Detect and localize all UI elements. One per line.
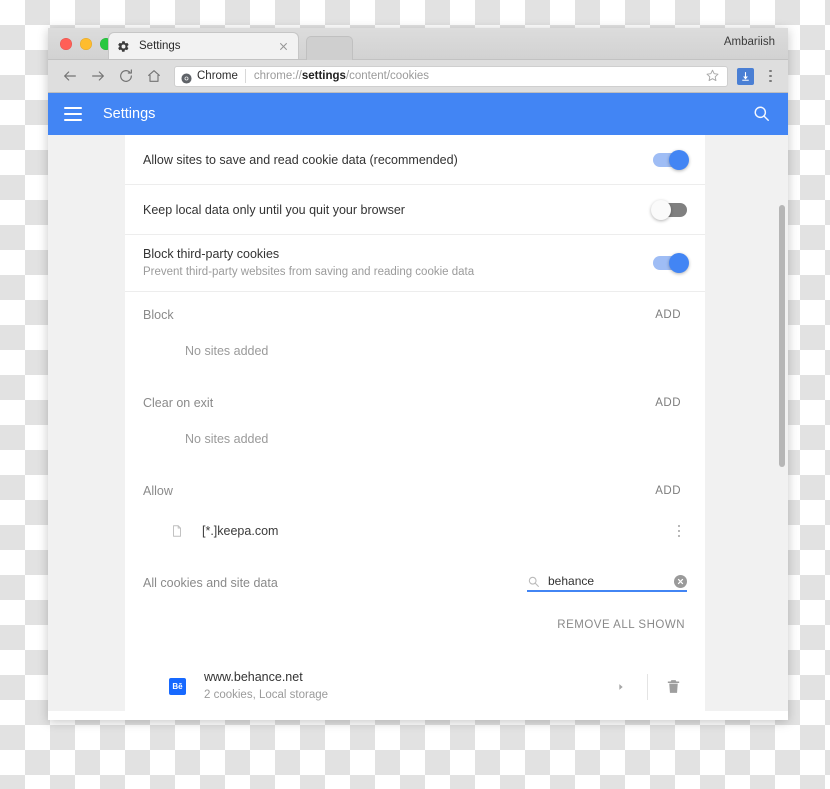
section-header-block: Block ADD [125, 292, 705, 338]
toggle-allow-cookies[interactable] [653, 149, 689, 170]
section-title: Clear on exit [143, 396, 214, 410]
scrollbar-thumb[interactable] [779, 205, 785, 467]
url-highlight: settings [301, 70, 346, 82]
page-title: Settings [103, 106, 156, 122]
remove-all-row: REMOVE ALL SHOWN [125, 607, 705, 643]
section-header-allow: Allow ADD [125, 468, 705, 514]
cookie-meta: 2 cookies, Local storage [204, 689, 329, 701]
forward-arrow-icon[interactable] [86, 65, 109, 88]
trash-icon[interactable] [665, 678, 683, 696]
toggle-knob [651, 199, 671, 220]
setting-subtitle: Prevent third-party websites from saving… [143, 266, 475, 278]
toggle-keep-local-data[interactable] [651, 199, 687, 220]
list-item[interactable]: [*.]keepa.com [125, 514, 705, 559]
setting-text: Allow sites to save and read cookie data… [143, 141, 653, 179]
download-icon[interactable] [737, 67, 754, 85]
allow-site-name: [*.]keepa.com [202, 524, 279, 538]
three-dot-menu-icon[interactable] [763, 69, 778, 83]
profile-name[interactable]: Ambariish [724, 36, 775, 48]
search-input[interactable] [548, 574, 668, 588]
back-arrow-icon[interactable] [58, 65, 81, 88]
three-dot-menu-icon[interactable] [671, 524, 687, 538]
inactive-tab-stub[interactable] [306, 36, 353, 60]
behance-favicon: Bē [169, 678, 186, 695]
star-bookmark-icon[interactable] [705, 68, 721, 84]
url-text: chrome://settings/content/cookies [254, 70, 701, 82]
cookie-site-name: www.behance.net [204, 670, 303, 684]
cookie-search-box[interactable] [527, 574, 687, 592]
section-header-all-cookies: All cookies and site data [125, 559, 705, 607]
setting-title: Keep local data only until you quit your… [143, 202, 405, 217]
window-traffic-lights [60, 38, 112, 50]
add-button-allow[interactable]: ADD [649, 481, 687, 501]
close-window-button[interactable] [60, 38, 72, 50]
toggle-knob [669, 149, 689, 170]
settings-content-area: Allow sites to save and read cookie data… [48, 135, 788, 711]
row-divider [647, 673, 648, 700]
chrome-logo-icon [181, 71, 192, 84]
setting-text: Keep local data only until you quit your… [143, 191, 653, 229]
section-title: Block [143, 308, 174, 322]
section-title: Allow [143, 484, 173, 498]
add-button-clear-on-exit[interactable]: ADD [649, 393, 687, 413]
minimize-window-button[interactable] [80, 38, 92, 50]
add-button-block[interactable]: ADD [649, 305, 687, 325]
home-icon[interactable] [142, 65, 165, 88]
close-icon[interactable] [277, 40, 290, 53]
settings-card: Allow sites to save and read cookie data… [125, 135, 705, 711]
search-icon[interactable] [752, 104, 772, 124]
section-header-clear-on-exit: Clear on exit ADD [125, 380, 705, 426]
address-bar[interactable]: Chrome chrome://settings/content/cookies [174, 65, 728, 87]
toggle-block-third-party[interactable] [653, 253, 689, 273]
hamburger-menu-icon[interactable] [64, 107, 82, 121]
setting-text: Block third-party cookies Prevent third-… [143, 235, 653, 291]
setting-title: Block third-party cookies [143, 247, 280, 261]
tab-title: Settings [139, 40, 181, 52]
tab-strip: Settings Ambariish [48, 28, 788, 60]
browser-window: Settings Ambariish Chrome chrome://setti… [48, 28, 788, 720]
site-identity-label: Chrome [197, 70, 238, 82]
omnibox-divider [244, 69, 246, 83]
tab-settings[interactable]: Settings [108, 32, 299, 59]
section-title: All cookies and site data [143, 576, 278, 590]
site-identity-chip[interactable]: Chrome [181, 70, 245, 84]
settings-header-bar: Settings [48, 93, 788, 135]
clear-circle-icon[interactable] [674, 574, 687, 588]
toggle-knob [669, 253, 689, 273]
setting-row-block-third-party[interactable]: Block third-party cookies Prevent third-… [125, 235, 705, 292]
setting-row-keep-local-data[interactable]: Keep local data only until you quit your… [125, 185, 705, 235]
table-row[interactable]: Bē www.behance.net 2 cookies, Local stor… [125, 659, 705, 711]
cookie-entry-text: www.behance.net 2 cookies, Local storage [204, 669, 612, 704]
remove-all-shown-button[interactable]: REMOVE ALL SHOWN [551, 615, 691, 635]
empty-state-block: No sites added [185, 344, 269, 358]
chevron-right-icon[interactable] [612, 678, 630, 696]
gear-icon [117, 40, 130, 53]
url-suffix: /content/cookies [345, 70, 430, 82]
search-icon [527, 575, 540, 588]
browser-toolbar: Chrome chrome://settings/content/cookies [48, 60, 788, 93]
empty-state-clear-on-exit: No sites added [185, 432, 269, 446]
setting-row-allow-cookies[interactable]: Allow sites to save and read cookie data… [125, 135, 705, 185]
url-prefix: chrome:// [253, 70, 302, 82]
page-document-icon [170, 523, 184, 539]
reload-icon[interactable] [114, 65, 137, 88]
setting-title: Allow sites to save and read cookie data… [143, 152, 458, 167]
